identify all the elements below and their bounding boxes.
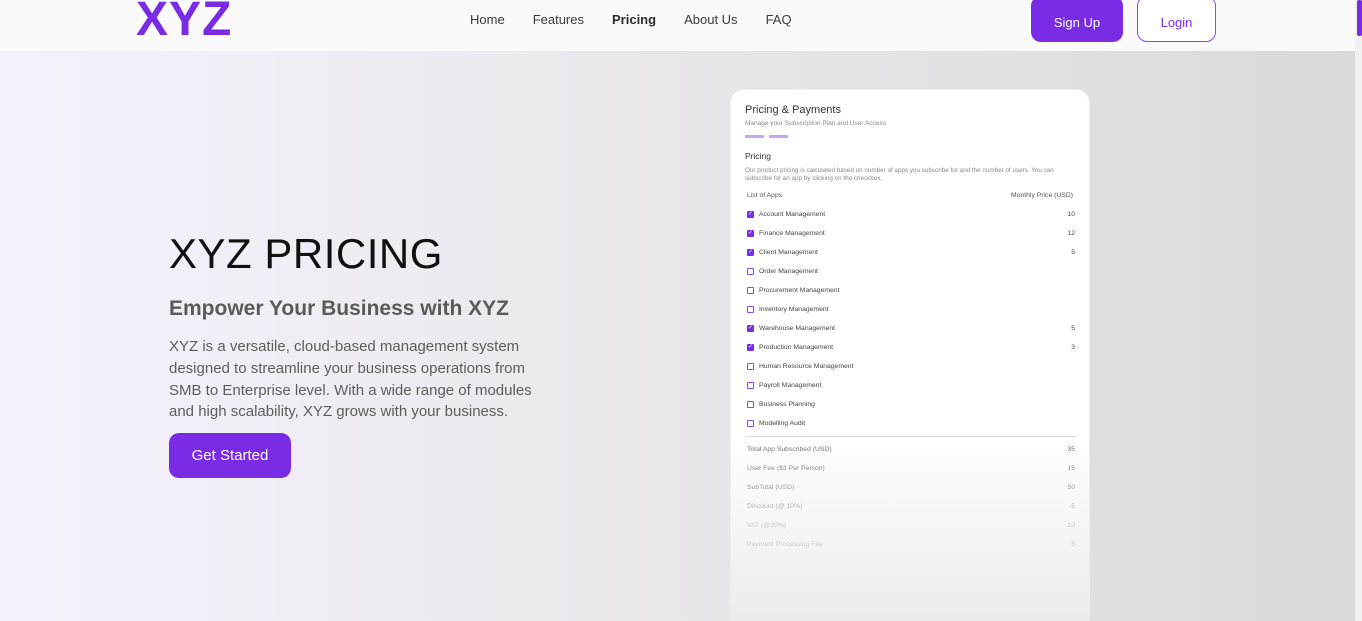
summary-value: 5 [1071,541,1075,548]
nav-faq[interactable]: FAQ [766,12,792,28]
checkbox-checked-icon[interactable]: ✓ [747,210,754,218]
scrollbar-thumb[interactable] [1357,0,1362,36]
summary-label: User Fee ($3 Per Person) [747,465,825,472]
hero-description: XYZ is a versatile, cloud-based manageme… [169,338,532,421]
checkbox-checked-icon[interactable]: ✓ [747,324,754,332]
summary-row: Total App Subscribed (USD) 35 [747,446,1075,453]
summary-divider [745,436,1077,437]
main-nav: Home Features Pricing About Us FAQ [470,12,820,28]
top-header: XYZ Home Features Pricing About Us FAQ S… [0,0,1355,51]
summary-row: SubTotal (USD) 50 [747,484,1075,491]
nav-features[interactable]: Features [533,12,584,28]
app-name: Modelling Audit [759,419,806,427]
app-name: Business Planning [759,400,815,408]
summary-value: 15 [1067,465,1075,472]
app-row[interactable]: Order Management [747,265,1075,277]
checkbox-empty-icon[interactable] [747,419,754,427]
pricing-section-title: Pricing [745,151,771,161]
checkbox-empty-icon[interactable] [747,381,754,389]
summary-value: 50 [1067,484,1075,491]
pricing-section-description: Our product pricing is calculated based … [745,167,1054,182]
card-title: Pricing & Payments [745,104,841,116]
card-subtitle: Manage your Subscription Plan and User A… [745,120,886,127]
checkbox-checked-icon[interactable]: ✓ [747,248,754,256]
summary-label: SubTotal (USD) [747,484,795,491]
app-name: Procurement Management [759,286,840,294]
app-row[interactable]: ✓ Client Management 5 [747,246,1075,258]
page-scrollbar[interactable] [1355,0,1362,621]
app-name: Finance Management [759,229,825,237]
app-name: Inventory Management [759,305,829,313]
price-column-header: Monthly Price (USD) [1011,192,1073,199]
app-row[interactable]: Payroll Management [747,379,1075,391]
app-name: Client Management [759,248,818,256]
nav-about-us[interactable]: About Us [684,12,737,28]
app-name: Order Management [759,267,818,275]
app-price: 10 [1067,210,1075,218]
app-name: Warehouse Management [759,324,836,332]
summary-row: VAT (@20%) 10 [747,522,1075,529]
summary-label: Total App Subscribed (USD) [747,446,832,453]
app-row[interactable]: Business Planning [747,398,1075,410]
summary-label: Discount (@ 10%) [747,503,803,510]
app-name: Human Resource Management [759,362,854,370]
summary-value: -5 [1068,503,1075,510]
app-row[interactable]: ✓ Account Management 10 [747,208,1075,220]
apps-column-header: List of Apps [747,192,783,199]
app-name: Payroll Management [759,381,822,389]
hero-title: XYZ PRICING [169,230,443,277]
app-row[interactable]: Modelling Audit [747,417,1075,429]
checkbox-empty-icon[interactable] [747,267,754,275]
app-row[interactable]: ✓ Production Management 3 [747,341,1075,353]
app-row[interactable]: Procurement Management [747,284,1075,296]
app-price: 3 [1071,343,1075,351]
summary-value: 35 [1067,446,1075,453]
app-name: Account Management [759,210,826,218]
card-tab-indicator[interactable] [745,135,764,138]
nav-home[interactable]: Home [470,12,505,28]
sign-up-button[interactable]: Sign Up [1031,0,1123,42]
app-row[interactable]: Inventory Management [747,303,1075,315]
summary-row: Payment Processing Fee 5 [747,541,1075,548]
hero-subtitle: Empower Your Business with XYZ [169,297,509,320]
summary-label: VAT (@20%) [747,522,787,529]
app-row[interactable]: ✓ Warehouse Management 5 [747,322,1075,334]
checkbox-empty-icon[interactable] [747,362,754,370]
card-tab-indicator[interactable] [769,135,788,138]
card-tab-indicators [745,135,793,138]
app-price: 12 [1067,229,1075,237]
checkbox-checked-icon[interactable]: ✓ [747,343,754,351]
get-started-button[interactable]: Get Started [169,433,291,478]
app-price: 5 [1071,324,1075,332]
login-button[interactable]: Login [1137,0,1216,42]
checkbox-checked-icon[interactable]: ✓ [747,229,754,237]
checkbox-empty-icon[interactable] [747,305,754,313]
app-row[interactable]: Human Resource Management [747,360,1075,372]
summary-row: User Fee ($3 Per Person) 15 [747,465,1075,472]
app-row[interactable]: ✓ Finance Management 12 [747,227,1075,239]
pricing-preview-card: Pricing & Payments Manage your Subscript… [730,89,1090,621]
summary-value: 10 [1067,522,1075,529]
app-price: 5 [1071,248,1075,256]
summary-row: Discount (@ 10%) -5 [747,503,1075,510]
summary-label: Payment Processing Fee [747,541,823,548]
nav-pricing[interactable]: Pricing [612,12,656,28]
app-name: Production Management [759,343,834,351]
checkbox-empty-icon[interactable] [747,286,754,294]
logo[interactable]: XYZ [136,0,232,46]
checkbox-empty-icon[interactable] [747,400,754,408]
